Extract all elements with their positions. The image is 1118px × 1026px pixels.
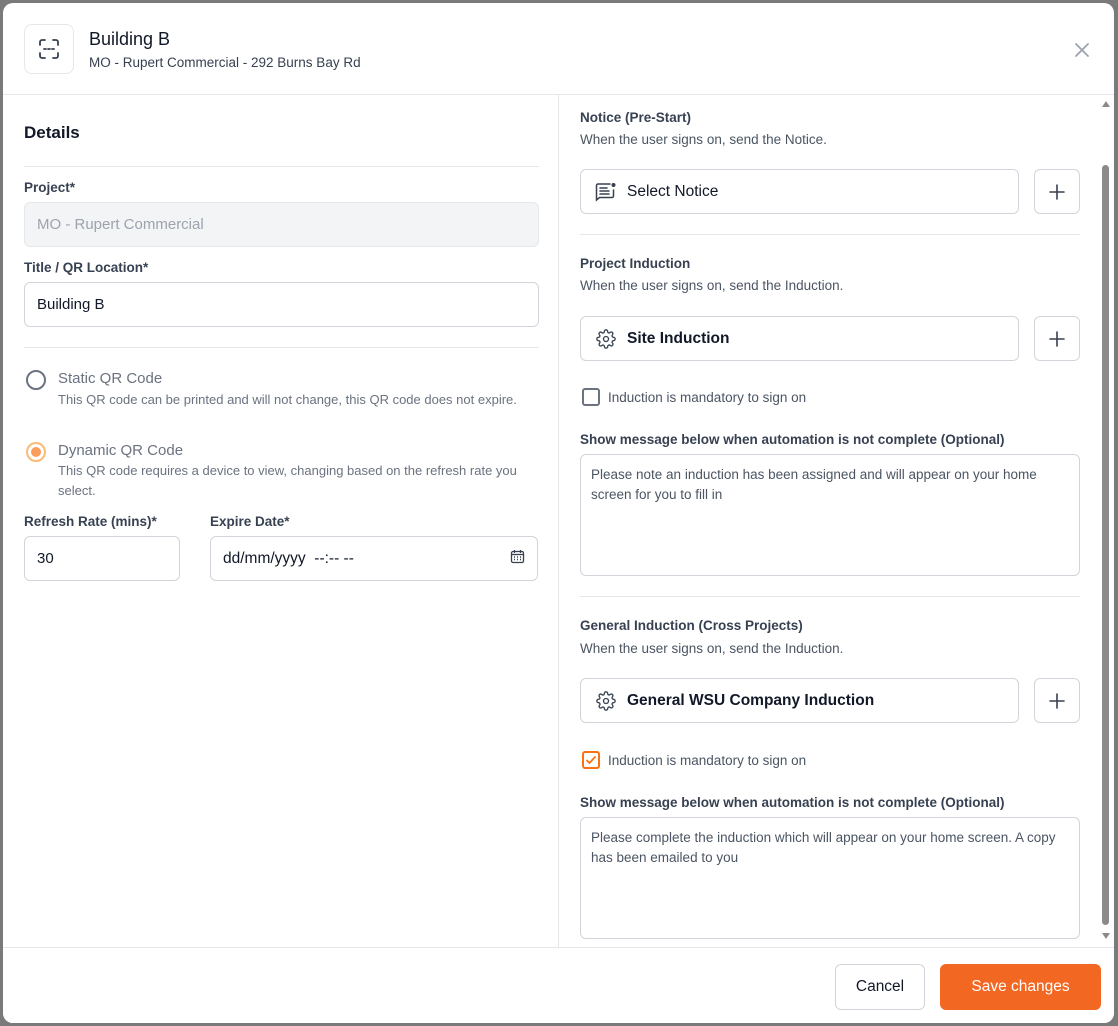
dynamic-qr-title: Dynamic QR Code [58, 442, 184, 459]
divider [580, 234, 1080, 235]
general-mandatory-checkbox[interactable] [582, 751, 600, 769]
modal-title: Building B [89, 29, 171, 49]
select-notice-field[interactable]: Select Notice [580, 169, 1019, 214]
general-induction-label: General WSU Company Induction [627, 691, 875, 709]
scroll-up-icon [1102, 101, 1110, 107]
general-mandatory-label: Induction is mandatory to sign on [608, 753, 807, 768]
project-mandatory-label: Induction is mandatory to sign on [608, 390, 807, 405]
general-induction-field[interactable]: General WSU Company Induction [580, 678, 1019, 723]
general-message-label: Show message below when automation is no… [580, 795, 1005, 810]
add-project-induction-button[interactable] [1034, 316, 1080, 361]
project-induction-label: Site Induction [627, 329, 730, 347]
gear-icon [595, 690, 617, 712]
divider [24, 166, 539, 167]
refresh-rate-input[interactable]: 30 [24, 536, 180, 581]
project-induction-desc: When the user signs on, send the Inducti… [580, 278, 844, 293]
edit-qr-modal: Building B MO - Rupert Commercial - 292 … [3, 3, 1114, 1023]
plus-icon [1049, 183, 1065, 200]
notice-desc: When the user signs on, send the Notice. [580, 132, 827, 147]
qr-scan-icon [24, 24, 74, 74]
title-label: Title / QR Location* [24, 260, 149, 275]
divider [24, 347, 539, 348]
title-location-input[interactable]: Building B [24, 282, 539, 327]
notice-list-icon [595, 181, 617, 203]
plus-icon [1049, 692, 1065, 709]
static-qr-title: Static QR Code [58, 370, 163, 387]
gear-icon [595, 328, 617, 350]
plus-icon [1049, 330, 1065, 347]
details-panel: Details Project* MO - Rupert Commercial … [3, 95, 559, 947]
scrollbar-thumb[interactable] [1102, 165, 1109, 925]
expire-date-label: Expire Date* [210, 514, 290, 529]
general-induction-heading: General Induction (Cross Projects) [580, 618, 803, 633]
modal-header: Building B MO - Rupert Commercial - 292 … [3, 3, 1114, 95]
expire-date-input[interactable]: dd/mm/yyyy --:-- -- [210, 536, 538, 581]
general-induction-desc: When the user signs on, send the Inducti… [580, 641, 844, 656]
notice-heading: Notice (Pre-Start) [580, 110, 692, 125]
add-notice-button[interactable] [1034, 169, 1080, 214]
calendar-icon[interactable] [510, 549, 525, 568]
modal-subtitle: MO - Rupert Commercial - 292 Burns Bay R… [89, 55, 361, 70]
project-induction-heading: Project Induction [580, 256, 691, 271]
scrollbar[interactable] [1100, 95, 1112, 947]
scroll-down-icon [1102, 933, 1110, 939]
static-qr-desc: This QR code can be printed and will not… [58, 392, 517, 407]
add-general-induction-button[interactable] [1034, 678, 1080, 723]
project-induction-field[interactable]: Site Induction [580, 316, 1019, 361]
project-label: Project* [24, 180, 76, 195]
project-mandatory-checkbox[interactable] [582, 388, 600, 406]
close-icon[interactable] [1071, 39, 1093, 61]
section-title: Details [24, 123, 80, 142]
refresh-rate-label: Refresh Rate (mins)* [24, 514, 157, 529]
static-qr-radio[interactable] [26, 370, 46, 390]
expire-date-placeholder: dd/mm/yyyy --:-- -- [223, 549, 354, 567]
general-message-textarea[interactable]: Please complete the induction which will… [580, 817, 1080, 939]
divider [580, 596, 1080, 597]
dynamic-qr-radio[interactable] [26, 442, 46, 462]
modal-footer: Cancel Save changes [3, 947, 1114, 1023]
project-message-label: Show message below when automation is no… [580, 432, 1005, 447]
check-icon [586, 756, 596, 764]
select-notice-label: Select Notice [627, 182, 719, 200]
dynamic-qr-desc: This QR code requires a device to view, … [58, 463, 517, 498]
refresh-rate-value: 30 [37, 550, 54, 567]
cancel-button[interactable]: Cancel [835, 964, 925, 1010]
save-changes-button[interactable]: Save changes [940, 964, 1101, 1010]
project-field: MO - Rupert Commercial [24, 202, 539, 247]
title-value: Building B [37, 296, 105, 313]
automation-panel: Notice (Pre-Start) When the user signs o… [560, 95, 1114, 947]
project-value: MO - Rupert Commercial [37, 216, 204, 233]
modal-body: Details Project* MO - Rupert Commercial … [3, 95, 1114, 947]
project-message-textarea[interactable]: Please note an induction has been assign… [580, 454, 1080, 576]
